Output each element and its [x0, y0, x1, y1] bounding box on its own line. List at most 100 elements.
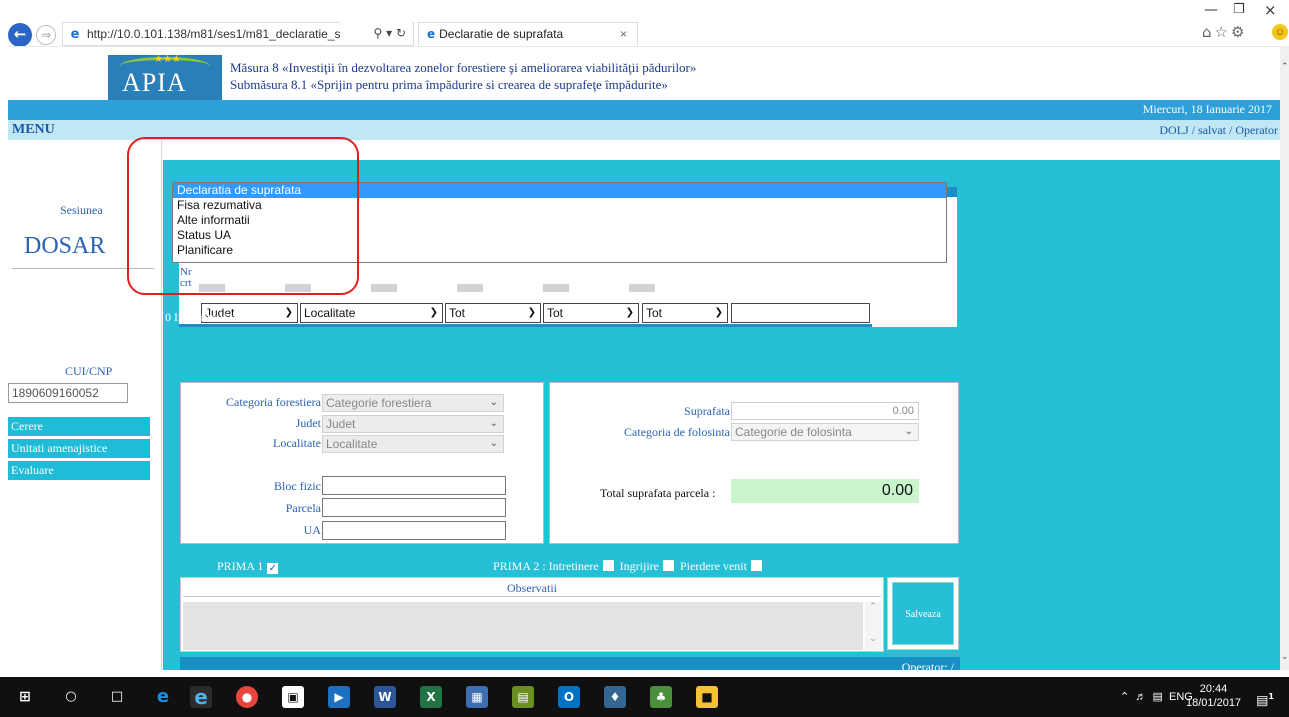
- search-circle-icon[interactable]: ○: [60, 686, 82, 708]
- localitate-filter-select[interactable]: Localitate ❯: [300, 303, 443, 323]
- project-icon[interactable]: ▤: [512, 686, 534, 708]
- filter-select-3[interactable]: Tot ❯: [445, 303, 541, 323]
- observatii-header: Observatii: [183, 579, 881, 597]
- media-player-icon[interactable]: ▶: [328, 686, 350, 708]
- judet-value: Judet: [326, 417, 356, 431]
- chevron-down-icon: ❯: [284, 307, 293, 318]
- window-close-icon[interactable]: ×: [1264, 1, 1277, 19]
- header-measure-title: Măsura 8 «Investiţii în dezvoltarea zone…: [230, 60, 697, 75]
- feedback-smiley-icon[interactable]: ☺: [1272, 24, 1288, 40]
- chrome-icon[interactable]: ●: [236, 686, 258, 708]
- total-suprafata-value: 0.00: [731, 479, 919, 503]
- internet-explorer-icon[interactable]: e: [190, 686, 212, 708]
- app-icon-green[interactable]: ♣: [650, 686, 672, 708]
- grid-bottom-bar: [179, 324, 872, 327]
- menu-label[interactable]: MENU: [12, 122, 55, 138]
- search-icon[interactable]: ⚲: [373, 26, 382, 40]
- volume-icon[interactable]: ♬: [1135, 691, 1146, 703]
- header-submeasure-title: Submăsura 8.1 «Sprijin pentru prima împă…: [230, 77, 668, 92]
- task-view-icon[interactable]: □: [106, 686, 128, 708]
- parcela-field[interactable]: [322, 498, 506, 517]
- localitate-select[interactable]: Localitate ⌄: [322, 435, 504, 453]
- browser-tab[interactable]: e Declaratie de suprafata ×: [418, 22, 638, 46]
- settings-gear-icon[interactable]: ⚙: [1231, 23, 1247, 41]
- sidebar-item-cerere[interactable]: Cerere: [8, 417, 150, 436]
- suprafata-field[interactable]: 0.00: [731, 402, 919, 420]
- browser-toolbar-icons: ⌂☆⚙: [1202, 23, 1247, 41]
- postgresql-icon[interactable]: ♦: [604, 686, 626, 708]
- forward-icon[interactable]: ⇒: [36, 25, 56, 45]
- tray-chevron-up-icon[interactable]: ⌃: [1120, 691, 1129, 703]
- pierdere-venit-checkbox[interactable]: [750, 560, 762, 571]
- filter-4-value: Tot: [547, 306, 564, 320]
- filter-select-4[interactable]: Tot ❯: [543, 303, 639, 323]
- address-url: http://10.0.101.138/m81/ses1/m81_declara…: [87, 27, 375, 41]
- chevron-down-icon: ⌄: [904, 426, 913, 437]
- apia-logo: ★★★ APIA: [108, 54, 222, 101]
- scroll-down-icon[interactable]: ⌄: [865, 634, 881, 644]
- word-icon[interactable]: W: [374, 686, 396, 708]
- edge-browser-icon[interactable]: e: [152, 686, 174, 708]
- scroll-up-icon[interactable]: ⌃: [865, 602, 881, 612]
- page-scroll-down-icon[interactable]: ⌄: [1281, 652, 1289, 662]
- categoria-folosinta-label: Categoria de folosinta: [624, 425, 730, 439]
- observatii-textarea[interactable]: [183, 602, 863, 650]
- bloc-fizic-field[interactable]: [322, 476, 506, 495]
- favorites-icon[interactable]: ☆: [1215, 23, 1231, 41]
- app-icon-blue[interactable]: ▦: [466, 686, 488, 708]
- chevron-down-icon: ⌄: [489, 418, 498, 429]
- sidebar-item-evaluare[interactable]: Evaluare: [8, 461, 150, 480]
- notifications-icon[interactable]: ▤1: [1254, 686, 1276, 708]
- categoria-forestiera-select[interactable]: Categorie forestiera ⌄: [322, 394, 504, 412]
- prima1-checkbox[interactable]: ✓: [267, 563, 279, 574]
- chevron-down-icon: ❯: [527, 307, 536, 318]
- prima2-options: PRIMA 2 : Intretinere Ingrijire Pierdere…: [493, 559, 762, 574]
- address-tools[interactable]: ⚲ ▾ ↻: [340, 22, 412, 44]
- ua-field[interactable]: [322, 521, 506, 540]
- ie-page-icon: e: [70, 27, 80, 42]
- pierdere-venit-label: Pierdere venit: [679, 559, 747, 573]
- save-button-frame: Salveaza: [887, 577, 959, 650]
- red-annotation-circle: [127, 137, 359, 295]
- page-scroll-up-icon[interactable]: ⌃: [1281, 62, 1289, 72]
- judet-select[interactable]: Judet ⌄: [322, 415, 504, 433]
- network-icon[interactable]: ▤: [1152, 691, 1162, 703]
- system-tray: ⌃ ♬ ▤ ENG: [1120, 690, 1193, 703]
- categoria-folosinta-select[interactable]: Categorie de folosinta ⌄: [731, 423, 919, 441]
- taskbar-clock[interactable]: 20:44 18/01/2017: [1186, 682, 1241, 710]
- filter-5-value: Tot: [646, 306, 663, 320]
- ingrijire-label: Ingrijire: [619, 559, 659, 573]
- total-suprafata-label: Total suprafata parcela :: [600, 486, 716, 500]
- date-bar: [8, 100, 1280, 120]
- save-button[interactable]: Salveaza: [892, 582, 954, 645]
- filter-select-5[interactable]: Tot ❯: [642, 303, 728, 323]
- ingrijire-checkbox[interactable]: [662, 560, 674, 571]
- prima1-option[interactable]: PRIMA 1 ✓: [217, 559, 279, 574]
- file-explorer-icon[interactable]: ■: [696, 686, 718, 708]
- observatii-scrollbar[interactable]: ⌃ ⌄: [865, 602, 881, 650]
- window-restore-icon[interactable]: ❐: [1233, 2, 1245, 17]
- page-header: ★★★ APIA Măsura 8 «Investiţii în dezvolt…: [8, 47, 1280, 101]
- sidebar-item-unitati-amenajistice[interactable]: Unitati amenajistice: [8, 439, 150, 458]
- operator-info: DOLJ / salvat / Operator: [1159, 123, 1278, 137]
- store-icon[interactable]: ▣: [282, 686, 304, 708]
- chevron-down-icon: ❯: [714, 307, 723, 318]
- excel-icon[interactable]: X: [420, 686, 442, 708]
- localitate-value: Localitate: [326, 437, 378, 451]
- windows-start-icon[interactable]: ⊞: [14, 686, 36, 708]
- footer-bar: Operator: /: [180, 657, 960, 670]
- cui-cnp-field[interactable]: 1890609160052: [8, 383, 128, 403]
- intretinere-checkbox[interactable]: [602, 560, 614, 571]
- window-minimize-icon[interactable]: —: [1204, 2, 1218, 18]
- home-icon[interactable]: ⌂: [1202, 23, 1215, 41]
- clock-time: 20:44: [1199, 683, 1228, 695]
- filter-text-input[interactable]: [731, 303, 870, 323]
- refresh-icon[interactable]: ↻: [396, 26, 406, 40]
- tab-close-icon[interactable]: ×: [620, 23, 627, 45]
- back-icon[interactable]: ←: [8, 23, 32, 47]
- dropdown-icon[interactable]: ▾: [386, 26, 392, 40]
- parcela-label: Parcela: [285, 501, 321, 515]
- page-scrollbar[interactable]: [1280, 46, 1289, 670]
- parcel-surface-form: Suprafata 0.00 Categoria de folosinta Ca…: [549, 382, 959, 544]
- outlook-icon[interactable]: O: [558, 686, 580, 708]
